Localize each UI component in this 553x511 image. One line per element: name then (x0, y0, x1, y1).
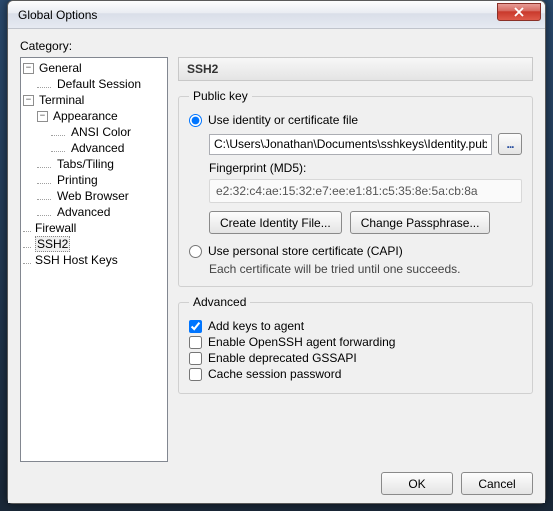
dialog-body: Category: −General Default Session −Term… (8, 29, 545, 503)
close-button[interactable] (497, 3, 541, 21)
ellipsis-icon: ... (506, 137, 513, 151)
window-title: Global Options (18, 8, 497, 22)
dialog-window: Global Options Category: −General Defaul… (7, 0, 546, 504)
tree-item-general[interactable]: −General (23, 60, 165, 76)
use-capi-label: Use personal store certificate (CAPI) (208, 244, 403, 258)
gssapi-checkbox-input[interactable] (189, 352, 202, 365)
openssh-fwd-checkbox[interactable]: Enable OpenSSH agent forwarding (189, 335, 522, 349)
settings-panel: SSH2 Public key Use identity or certific… (178, 57, 533, 462)
capi-note: Each certificate will be tried until one… (209, 262, 522, 276)
cache-pwd-label: Cache session password (208, 367, 341, 381)
use-identity-radio-input[interactable] (189, 114, 202, 127)
tree-item-tabs[interactable]: Tabs/Tiling (37, 156, 165, 172)
tree-item-ssh-host-keys[interactable]: SSH Host Keys (23, 252, 165, 268)
ok-button[interactable]: OK (381, 472, 453, 495)
cache-pwd-checkbox-input[interactable] (189, 368, 202, 381)
tree-item-default-session[interactable]: Default Session (37, 76, 165, 92)
publickey-legend: Public key (189, 89, 252, 103)
tree-item-terminal[interactable]: −Terminal (23, 92, 165, 108)
category-tree[interactable]: −General Default Session −Terminal −Appe… (20, 57, 168, 462)
fingerprint-value: e2:32:c4:ae:15:32:e7:ee:e1:81:c5:35:8e:5… (209, 179, 522, 203)
gssapi-label: Enable deprecated GSSAPI (208, 351, 357, 365)
panel-title: SSH2 (178, 57, 533, 81)
tree-item-printing[interactable]: Printing (37, 172, 165, 188)
add-keys-label: Add keys to agent (208, 319, 304, 333)
fingerprint-label: Fingerprint (MD5): (209, 161, 522, 175)
use-capi-radio-input[interactable] (189, 245, 202, 258)
advanced-group: Advanced Add keys to agent Enable OpenSS… (178, 295, 533, 394)
use-identity-label: Use identity or certificate file (208, 113, 358, 127)
tree-item-terminal-advanced[interactable]: Advanced (37, 204, 165, 220)
publickey-group: Public key Use identity or certificate f… (178, 89, 533, 287)
use-identity-radio[interactable]: Use identity or certificate file (189, 113, 522, 127)
openssh-fwd-label: Enable OpenSSH agent forwarding (208, 335, 395, 349)
create-identity-button[interactable]: Create Identity File... (209, 211, 342, 234)
change-passphrase-button[interactable]: Change Passphrase... (350, 211, 491, 234)
identity-path-input[interactable] (209, 134, 492, 155)
tree-item-appearance[interactable]: −Appearance (37, 108, 165, 124)
tree-item-web-browser[interactable]: Web Browser (37, 188, 165, 204)
category-label: Category: (20, 39, 533, 53)
tree-item-appearance-advanced[interactable]: Advanced (51, 140, 165, 156)
close-icon (514, 7, 524, 17)
gssapi-checkbox[interactable]: Enable deprecated GSSAPI (189, 351, 522, 365)
tree-item-ssh2[interactable]: SSH2 (23, 236, 165, 252)
dialog-footer: OK Cancel (20, 462, 533, 495)
tree-item-firewall[interactable]: Firewall (23, 220, 165, 236)
titlebar: Global Options (8, 1, 545, 29)
advanced-legend: Advanced (189, 295, 250, 309)
add-keys-checkbox[interactable]: Add keys to agent (189, 319, 522, 333)
add-keys-checkbox-input[interactable] (189, 320, 202, 333)
cache-pwd-checkbox[interactable]: Cache session password (189, 367, 522, 381)
use-capi-radio[interactable]: Use personal store certificate (CAPI) (189, 244, 522, 258)
browse-button[interactable]: ... (498, 133, 522, 155)
openssh-fwd-checkbox-input[interactable] (189, 336, 202, 349)
tree-item-ansi-color[interactable]: ANSI Color (51, 124, 165, 140)
content-row: −General Default Session −Terminal −Appe… (20, 57, 533, 462)
cancel-button[interactable]: Cancel (461, 472, 533, 495)
